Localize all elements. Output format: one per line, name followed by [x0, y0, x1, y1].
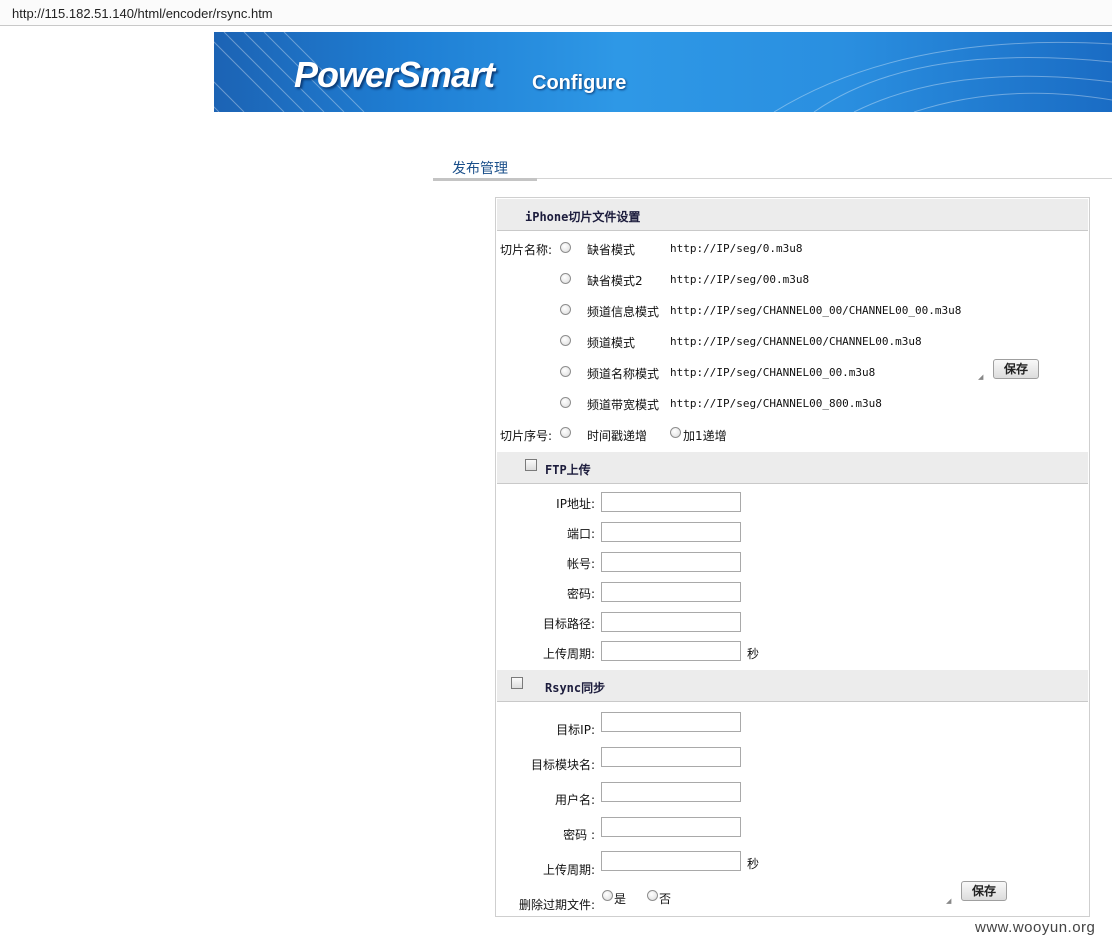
ftp-path-label: 目标路径: — [542, 617, 595, 631]
ftp-port-label: 端口: — [566, 527, 595, 541]
slice-seq-label: 切片序号: — [500, 429, 553, 443]
delete-yes-label: 是 — [614, 892, 627, 906]
rsync-section-title: Rsync同步 — [545, 681, 606, 695]
seq-radio-timestamp[interactable] — [560, 427, 571, 438]
rsync-section-header: Rsync同步 — [497, 670, 1088, 702]
seq-option-timestamp: 时间戳递增 — [587, 429, 648, 443]
rsync-user-label: 用户名: — [554, 793, 595, 807]
ftp-period-unit: 秒 — [747, 647, 760, 661]
watermark: www.wooyun.org — [975, 919, 1096, 936]
delete-yes-radio[interactable] — [602, 890, 613, 901]
ftp-path-input[interactable] — [601, 612, 741, 632]
delete-no-radio[interactable] — [647, 890, 658, 901]
rsync-target-ip-input[interactable] — [601, 712, 741, 732]
ftp-port-input[interactable] — [601, 522, 741, 542]
mode-url-channel-name: http://IP/seg/CHANNEL00_00.m3u8 — [670, 366, 876, 379]
ftp-section-header: FTP上传 — [497, 452, 1088, 484]
mode-name-default2: 缺省模式2 — [587, 274, 643, 288]
tab-publish-management[interactable]: 发布管理 — [433, 156, 537, 182]
ftp-period-input[interactable] — [601, 641, 741, 661]
rsync-module-label: 目标模块名: — [530, 758, 595, 772]
rsync-period-input[interactable] — [601, 851, 741, 871]
mode-url-default2: http://IP/seg/00.m3u8 — [670, 273, 810, 286]
mode-radio-channel-bandwidth[interactable] — [560, 397, 571, 408]
mode-radio-default[interactable] — [560, 242, 571, 253]
ftp-account-label: 帐号: — [566, 557, 595, 571]
mode-url-channel-bandwidth: http://IP/seg/CHANNEL00_800.m3u8 — [670, 397, 882, 410]
mode-radio-channel-info[interactable] — [560, 304, 571, 315]
ftp-password-input[interactable] — [601, 582, 741, 602]
brand-logo: PowerSmart — [294, 54, 495, 95]
mode-radio-default2[interactable] — [560, 273, 571, 284]
ftp-password-label: 密码: — [566, 587, 595, 601]
iphone-save-button[interactable]: 保存 — [993, 359, 1039, 379]
mode-name-channel-info: 频道信息模式 — [587, 305, 660, 319]
rsync-target-ip-label: 目标IP: — [556, 723, 595, 737]
mode-radio-channel-name[interactable] — [560, 366, 571, 377]
rsync-period-label: 上传周期: — [542, 863, 595, 877]
slice-name-label: 切片名称: — [500, 243, 553, 257]
mode-name-channel-bandwidth: 频道带宽模式 — [587, 398, 660, 412]
mode-name-channel: 频道模式 — [587, 336, 636, 350]
address-url[interactable]: http://115.182.51.140/html/encoder/rsync… — [12, 6, 273, 21]
ftp-ip-label: IP地址: — [556, 497, 595, 511]
mode-url-channel: http://IP/seg/CHANNEL00/CHANNEL00.m3u8 — [670, 335, 922, 348]
ftp-ip-input[interactable] — [601, 492, 741, 512]
mode-name-channel-name: 频道名称模式 — [587, 367, 660, 381]
resize-grip-icon: ◢ — [978, 373, 984, 381]
brand-subtitle: Configure — [532, 72, 627, 94]
rsync-password-label: 密码 : — [563, 828, 595, 842]
mode-name-default: 缺省模式 — [587, 243, 636, 257]
ftp-period-label: 上传周期: — [542, 647, 595, 661]
rsync-password-input[interactable] — [601, 817, 741, 837]
ftp-enable-checkbox[interactable] — [525, 459, 537, 471]
mode-url-default: http://IP/seg/0.m3u8 — [670, 242, 803, 255]
rsync-delete-label: 删除过期文件: — [518, 898, 595, 912]
resize-grip-icon-2: ◢ — [946, 897, 952, 905]
iphone-section-header: iPhone切片文件设置 — [497, 199, 1088, 231]
ftp-account-input[interactable] — [601, 552, 741, 572]
tab-label[interactable]: 发布管理 — [452, 158, 508, 178]
ftp-section-title: FTP上传 — [545, 463, 591, 477]
rsync-user-input[interactable] — [601, 782, 741, 802]
rsync-period-unit: 秒 — [747, 857, 760, 871]
address-bar[interactable]: http://115.182.51.140/html/encoder/rsync… — [0, 0, 1112, 26]
seq-radio-increment[interactable] — [670, 427, 681, 438]
header-banner: PowerSmart Configure — [214, 32, 1112, 112]
rsync-enable-checkbox[interactable] — [511, 677, 523, 689]
seq-option-increment: 加1递增 — [683, 429, 727, 443]
mode-url-channel-info: http://IP/seg/CHANNEL00_00/CHANNEL00_00.… — [670, 304, 962, 317]
rsync-save-button[interactable]: 保存 — [961, 881, 1007, 901]
rsync-module-input[interactable] — [601, 747, 741, 767]
tab-underline — [433, 178, 537, 181]
delete-no-label: 否 — [659, 892, 672, 906]
iphone-section-title: iPhone切片文件设置 — [525, 210, 641, 224]
mode-radio-channel[interactable] — [560, 335, 571, 346]
